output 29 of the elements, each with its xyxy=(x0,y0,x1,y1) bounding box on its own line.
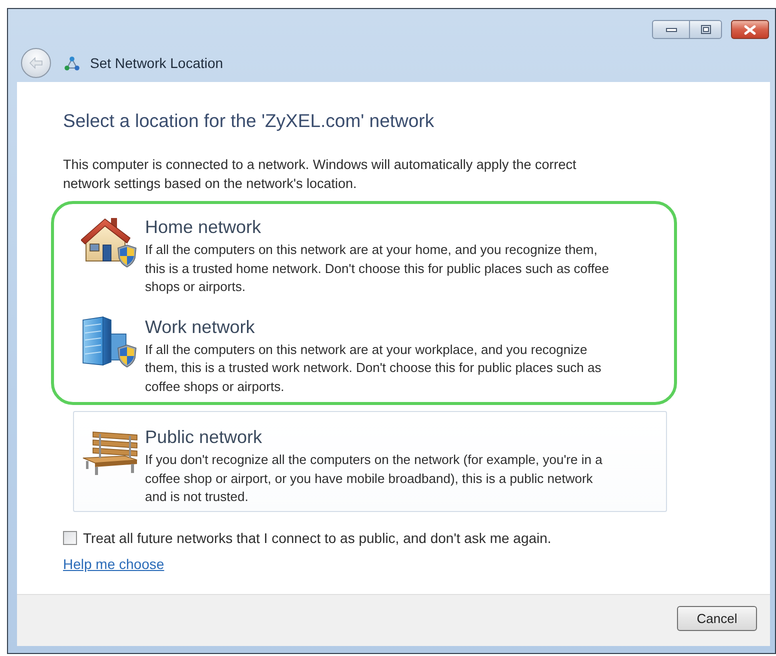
help-link[interactable]: Help me choose xyxy=(63,554,164,574)
maximize-icon xyxy=(700,25,710,34)
close-icon xyxy=(744,24,756,34)
option-description: If all the computers on this network are at your workplace, and you recognize them, this is a trusted work network. Don't choose this for public places such as coffee shops or airports. xyxy=(145,340,602,396)
option-description: If you don't recognize all the computers on the network (for example, you're in a coffee shop or airport, or you have mobile broadband), this is a public network and is not trusted. xyxy=(145,451,604,506)
option-title: Work network xyxy=(145,316,256,338)
office-building-icon xyxy=(81,316,127,366)
network-icon xyxy=(64,56,80,70)
option-title: Public network xyxy=(145,426,264,448)
maximize-button[interactable] xyxy=(689,20,722,39)
option-description: If all the computers on this network are at your home, and you recognize them, this is a trusted home network. Don't choose this for public places such as coffee shops or airports. xyxy=(145,241,610,296)
back-button[interactable] xyxy=(21,48,51,78)
network-option[interactable]: Home network If all the computers on this network are at your home, and you recognize them, this is a trusted home network. Don't choose this for public places such as coffee shops or airports. xyxy=(73,204,667,302)
close-button[interactable] xyxy=(731,20,769,39)
network-option[interactable]: Public network If you don't recognize all the computers on the network (for example, you're in a coffee shop or airport, or you have mobile broadband), this is a public network and is not trusted. xyxy=(73,411,667,512)
bench-icon xyxy=(81,430,139,476)
window-title: Set Network Location xyxy=(90,55,224,71)
minimize-button[interactable] xyxy=(652,20,689,39)
network-option[interactable]: Work network If all the computers on this network are at your workplace, and you recognize them, this is a trusted work network. Don't choose this for public places such as coffee shops or airports. xyxy=(73,304,667,401)
checkbox-label[interactable]: Treat all future networks that I connect to as public, and don't ask me again. xyxy=(83,528,552,548)
checkbox[interactable] xyxy=(63,531,77,545)
shield-icon xyxy=(117,344,137,368)
instruction-text: This computer is connected to a network. Windows will automatically apply the correct network settings based on the network's location. xyxy=(63,156,578,193)
shield-icon xyxy=(117,244,137,268)
minimize-icon xyxy=(666,28,676,32)
option-title: Home network xyxy=(145,216,262,238)
cancel-button[interactable]: Cancel xyxy=(677,606,757,631)
page-heading: Select a location for the 'ZyXEL.com' network xyxy=(63,109,434,133)
arrow-left-icon xyxy=(29,57,43,69)
